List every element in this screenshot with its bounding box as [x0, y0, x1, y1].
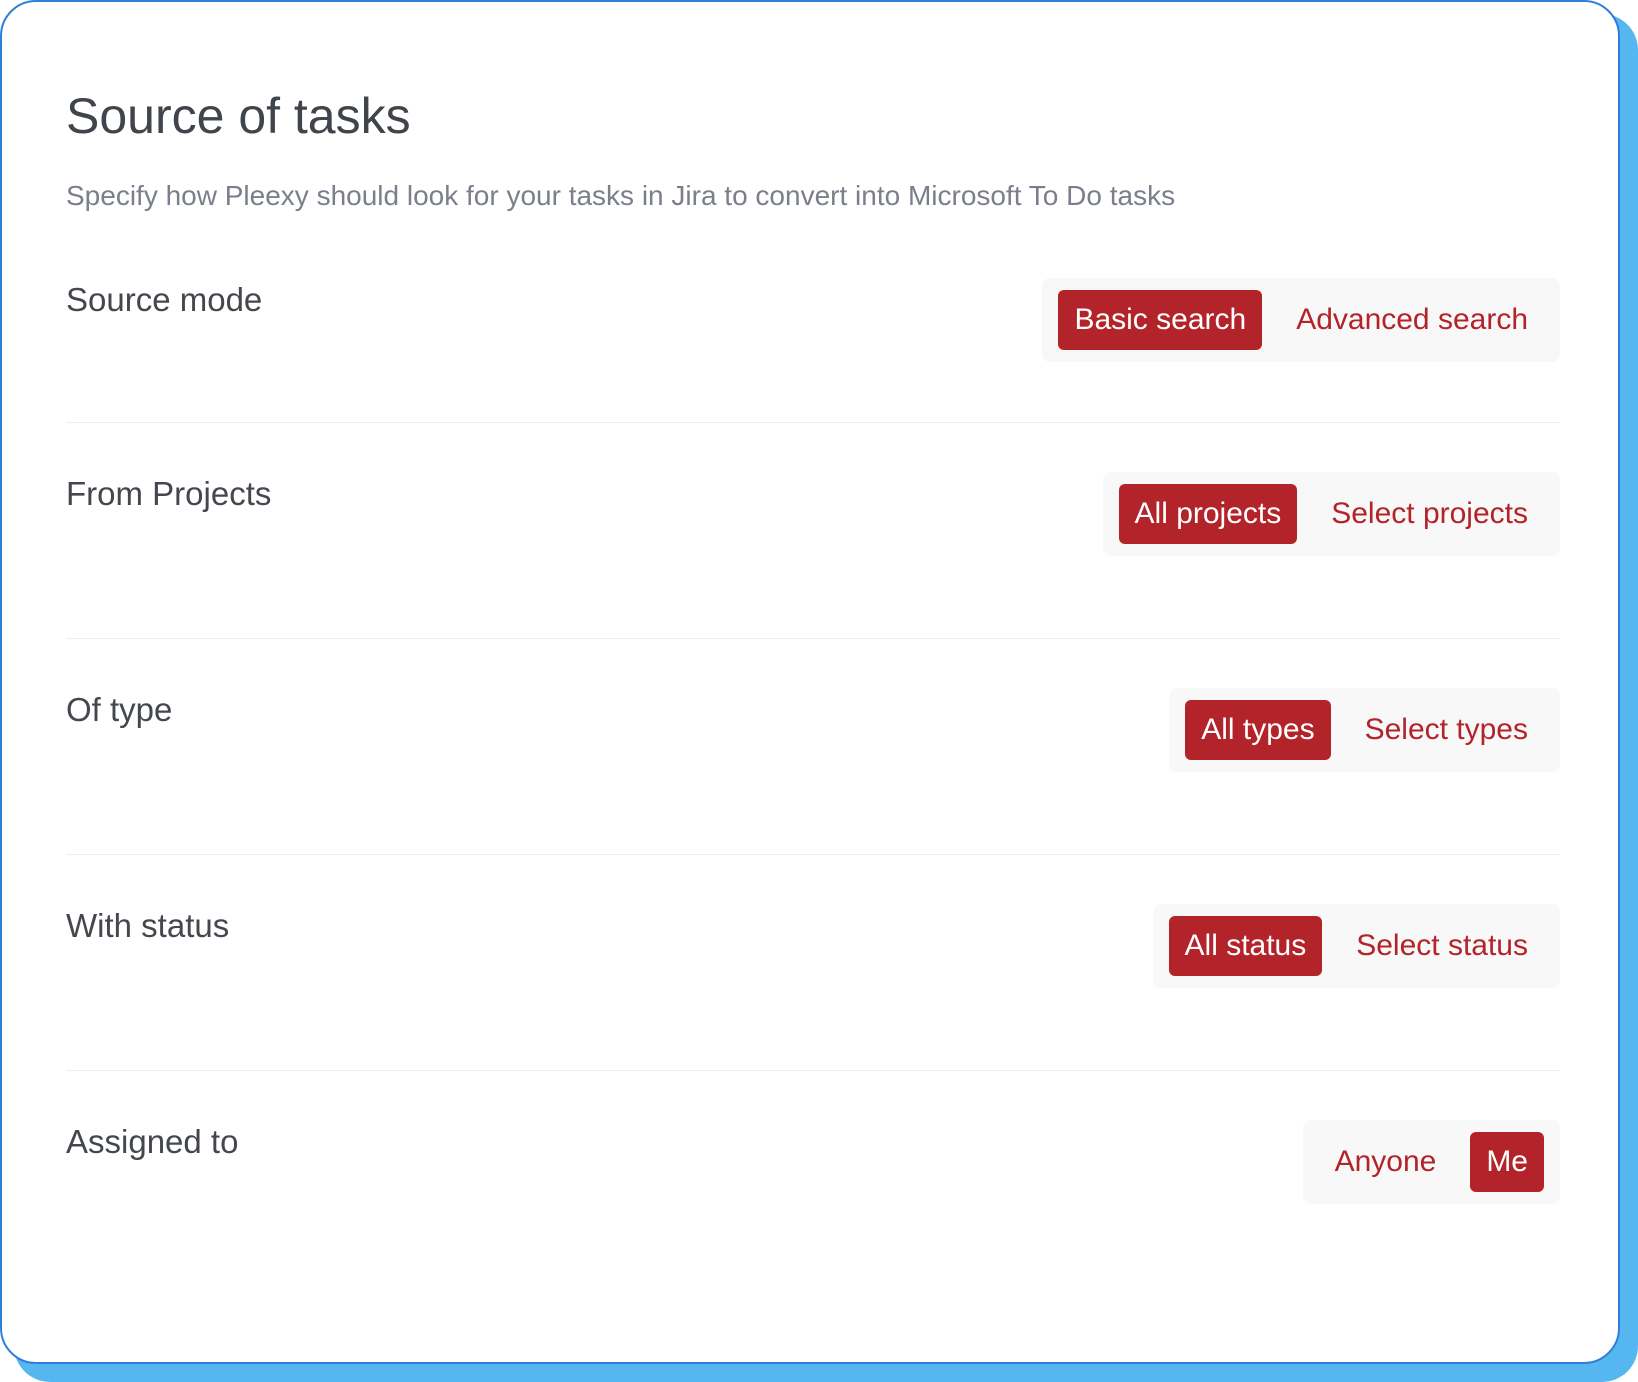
of-type-label: Of type: [66, 691, 173, 728]
with-status-label: With status: [66, 907, 230, 944]
basic-search-option[interactable]: Basic search: [1058, 290, 1263, 350]
select-projects-option[interactable]: Select projects: [1315, 484, 1544, 544]
assigned-to-label: Assigned to: [66, 1123, 239, 1160]
me-option[interactable]: Me: [1470, 1132, 1544, 1192]
all-projects-option[interactable]: All projects: [1118, 484, 1298, 544]
divider: [66, 1070, 1560, 1071]
select-status-option[interactable]: Select status: [1340, 916, 1544, 976]
divider: [66, 638, 1560, 639]
source-mode-label: Source mode: [66, 281, 263, 318]
page-title: Source of tasks: [66, 88, 411, 144]
from-projects-toggle: All projects Select projects: [1102, 472, 1560, 556]
with-status-toggle: All status Select status: [1152, 904, 1560, 988]
from-projects-label: From Projects: [66, 475, 272, 512]
source-mode-toggle: Basic search Advanced search: [1042, 278, 1560, 362]
page-subtitle: Specify how Pleexy should look for your …: [66, 180, 1176, 211]
divider: [66, 854, 1560, 855]
divider: [66, 422, 1560, 423]
assigned-to-toggle: Anyone Me: [1302, 1120, 1560, 1204]
anyone-option[interactable]: Anyone: [1319, 1132, 1453, 1192]
advanced-search-option[interactable]: Advanced search: [1280, 290, 1544, 350]
of-type-toggle: All types Select types: [1169, 688, 1560, 772]
settings-card: Source of tasks Specify how Pleexy shoul…: [0, 0, 1620, 1364]
select-types-option[interactable]: Select types: [1349, 700, 1544, 760]
all-status-option[interactable]: All status: [1168, 916, 1323, 976]
all-types-option[interactable]: All types: [1185, 700, 1331, 760]
